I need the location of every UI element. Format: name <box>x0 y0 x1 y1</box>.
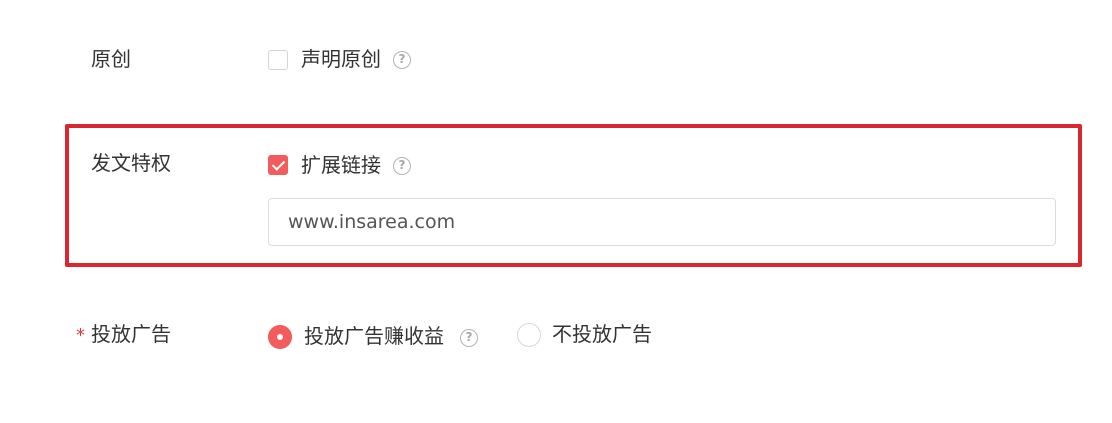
radio-show-ads[interactable] <box>268 325 292 349</box>
show-ads-label[interactable]: 投放广告赚收益 <box>304 324 444 348</box>
original-label: 原创 <box>91 47 131 71</box>
help-icon[interactable]: ? <box>460 329 478 347</box>
radio-no-ads[interactable] <box>517 323 541 347</box>
help-icon[interactable]: ? <box>393 157 411 175</box>
declare-original-label[interactable]: 声明原创 <box>301 47 381 71</box>
extend-link-input[interactable] <box>268 198 1056 246</box>
extend-link-label[interactable]: 扩展链接 <box>301 153 381 177</box>
required-mark: * <box>76 325 85 346</box>
ads-label: 投放广告 <box>91 322 171 346</box>
privilege-label: 发文特权 <box>91 151 171 175</box>
ads-label-row: * 投放广告 <box>76 322 171 348</box>
help-icon[interactable]: ? <box>393 51 411 69</box>
extend-link-checkbox[interactable] <box>268 155 288 175</box>
declare-original-checkbox[interactable] <box>268 50 288 70</box>
no-ads-label[interactable]: 不投放广告 <box>552 322 652 346</box>
